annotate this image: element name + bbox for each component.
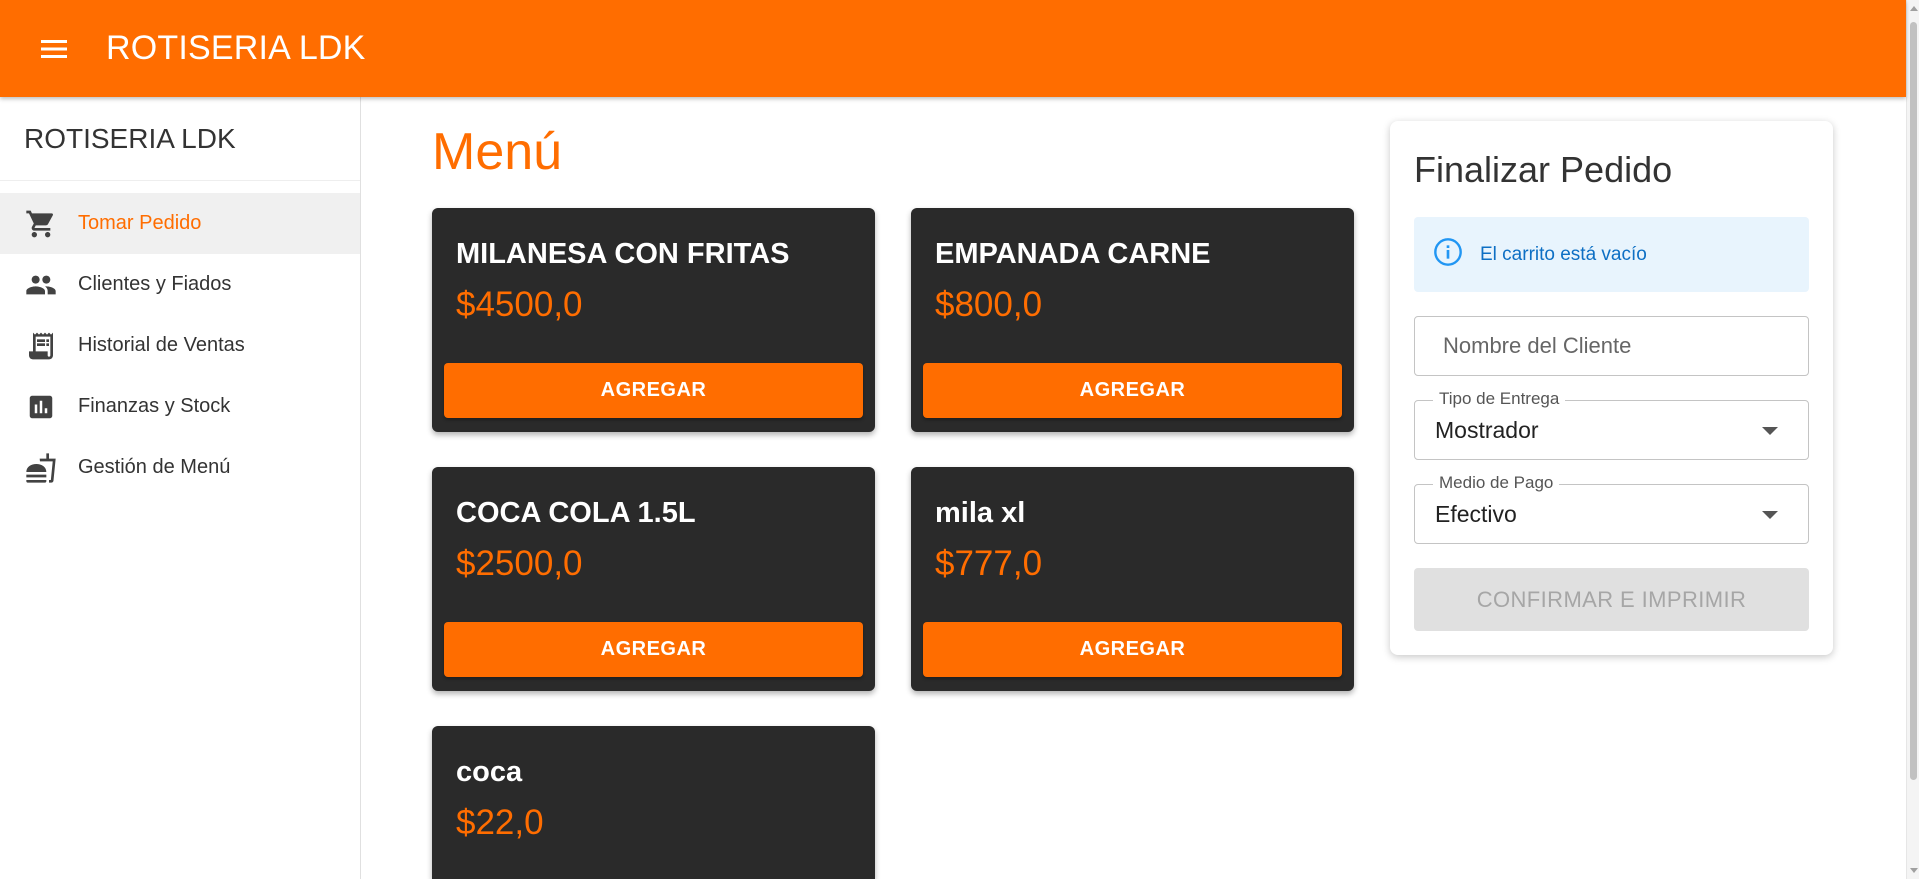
empty-cart-alert: El carrito está vacío (1414, 217, 1809, 292)
info-icon (1432, 236, 1464, 273)
product-name: mila xl (935, 497, 1026, 529)
product-price: $2500,0 (456, 544, 583, 583)
scroll-thumb[interactable] (1910, 22, 1917, 780)
product-name: EMPANADA CARNE (935, 238, 1211, 270)
sidebar-item-historial[interactable]: Historial de Ventas (0, 315, 360, 376)
product-card: EMPANADA CARNE $800,0 AGREGAR (911, 208, 1354, 432)
sidebar-item-label: Historial de Ventas (78, 334, 245, 356)
add-product-button[interactable]: AGREGAR (923, 622, 1342, 677)
app-title: ROTISERIA LDK (106, 29, 366, 67)
product-name: COCA COLA 1.5L (456, 497, 696, 529)
payment-method-value: Efectivo (1435, 501, 1517, 527)
sidebar-item-label: Tomar Pedido (78, 212, 202, 234)
product-card: COCA COLA 1.5L $2500,0 AGREGAR (432, 467, 875, 691)
order-title: Finalizar Pedido (1414, 149, 1673, 190)
people-icon (24, 268, 58, 302)
add-product-button[interactable]: AGREGAR (444, 622, 863, 677)
app-bar: ROTISERIA LDK (0, 0, 1906, 97)
product-name: MILANESA CON FRITAS (456, 238, 790, 270)
product-price: $777,0 (935, 544, 1043, 583)
sidebar-item-label: Gestión de Menú (78, 456, 231, 478)
delivery-type-select[interactable]: Tipo de Entrega Mostrador (1414, 389, 1809, 460)
delivery-type-label: Tipo de Entrega (1433, 389, 1566, 409)
page-scrollbar[interactable] (1906, 0, 1919, 879)
delivery-type-value: Mostrador (1435, 417, 1539, 443)
product-card: mila xl $777,0 AGREGAR (911, 467, 1354, 691)
product-card: MILANESA CON FRITAS $4500,0 AGREGAR (432, 208, 875, 432)
sidebar-item-gestion-menu[interactable]: Gestión de Menú (0, 437, 360, 498)
product-name: coca (456, 756, 523, 788)
payment-method-select[interactable]: Medio de Pago Efectivo (1414, 473, 1809, 544)
alert-text: El carrito está vacío (1480, 243, 1647, 265)
chart-icon (24, 390, 58, 424)
menu-icon[interactable] (32, 27, 76, 71)
scroll-up-icon[interactable] (1910, 6, 1918, 11)
sidebar-item-label: Clientes y Fiados (78, 273, 232, 295)
add-product-button[interactable]: AGREGAR (923, 363, 1342, 418)
page-title: Menú (432, 123, 563, 181)
scroll-down-icon[interactable] (1910, 868, 1918, 873)
client-name-input[interactable] (1415, 317, 1808, 375)
dropdown-arrow-icon (1762, 511, 1778, 519)
sidebar-item-label: Finanzas y Stock (78, 395, 231, 417)
receipt-icon (24, 329, 58, 363)
sidebar: ROTISERIA LDK Tomar Pedido Clientes y Fi… (0, 97, 361, 879)
confirm-print-button[interactable]: CONFIRMAR E IMPRIMIR (1414, 568, 1809, 631)
add-product-button[interactable]: AGREGAR (444, 363, 863, 418)
cart-icon (24, 207, 58, 241)
product-price: $22,0 (456, 803, 544, 842)
dropdown-arrow-icon (1762, 427, 1778, 435)
product-card: coca $22,0 (432, 726, 875, 879)
food-icon (24, 451, 58, 485)
sidebar-item-clientes[interactable]: Clientes y Fiados (0, 254, 360, 315)
order-panel: Finalizar Pedido El carrito está vacío T… (1390, 121, 1833, 655)
product-price: $4500,0 (456, 285, 583, 324)
sidebar-item-finanzas[interactable]: Finanzas y Stock (0, 376, 360, 437)
sidebar-nav: Tomar Pedido Clientes y Fiados Historial… (0, 193, 360, 498)
sidebar-item-tomar-pedido[interactable]: Tomar Pedido (0, 193, 360, 254)
client-name-field (1414, 316, 1809, 376)
product-price: $800,0 (935, 285, 1043, 324)
sidebar-title: ROTISERIA LDK (0, 97, 360, 181)
payment-method-label: Medio de Pago (1433, 473, 1560, 493)
